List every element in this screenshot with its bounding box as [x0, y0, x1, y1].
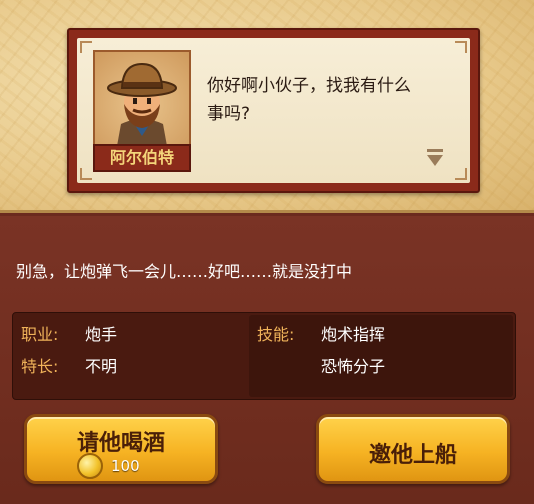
job-value: 炮手: [85, 325, 118, 344]
info-panel: 别急，让炮弹飞一会儿……好吧……就是没打中 职业: 炮手 特长: 不明 技能: …: [0, 216, 534, 504]
skill-item-1: 炮术指挥: [321, 325, 386, 344]
character-info-box: 职业: 炮手 特长: 不明 技能: 炮术指挥 恐怖分子: [12, 312, 516, 400]
buy-drink-button[interactable]: 请他喝酒 100: [24, 414, 218, 484]
buy-drink-label: 请他喝酒: [76, 431, 165, 456]
recruit-label: 邀他上船: [368, 443, 457, 468]
gold-coin-icon: [77, 453, 103, 479]
dialog-paper: 阿尔伯特 你好啊小伙子，找我有什么 事吗?: [77, 38, 470, 183]
corner-ornament: [80, 41, 92, 53]
continue-arrow-icon[interactable]: [424, 149, 446, 171]
corner-ornament: [80, 168, 92, 180]
skills-label: 技能:: [257, 325, 295, 344]
npc-portrait-frame: 阿尔伯特: [93, 50, 191, 172]
dialog-line-1: 你好啊小伙子，找我有什么: [207, 76, 411, 96]
npc-name-plate: 阿尔伯特: [93, 144, 191, 172]
skill-item-2: 恐怖分子: [321, 357, 386, 376]
dialog-line-2: 事吗?: [207, 104, 251, 124]
npc-avatar-icon: [107, 62, 177, 146]
recruit-button[interactable]: 邀他上船: [316, 414, 510, 484]
dialog-box[interactable]: 阿尔伯特 你好啊小伙子，找我有什么 事吗?: [67, 28, 480, 193]
job-label: 职业:: [21, 325, 59, 344]
specialty-value: 不明: [85, 357, 118, 376]
npc-portrait: [95, 52, 189, 146]
specialty-label: 特长:: [21, 357, 59, 376]
narration-text: 别急，让炮弹飞一会儿……好吧……就是没打中: [16, 262, 353, 281]
drink-cost: 100: [111, 457, 140, 475]
dialog-text: 你好啊小伙子，找我有什么 事吗?: [207, 72, 447, 128]
corner-ornament: [455, 168, 467, 180]
corner-ornament: [455, 41, 467, 53]
